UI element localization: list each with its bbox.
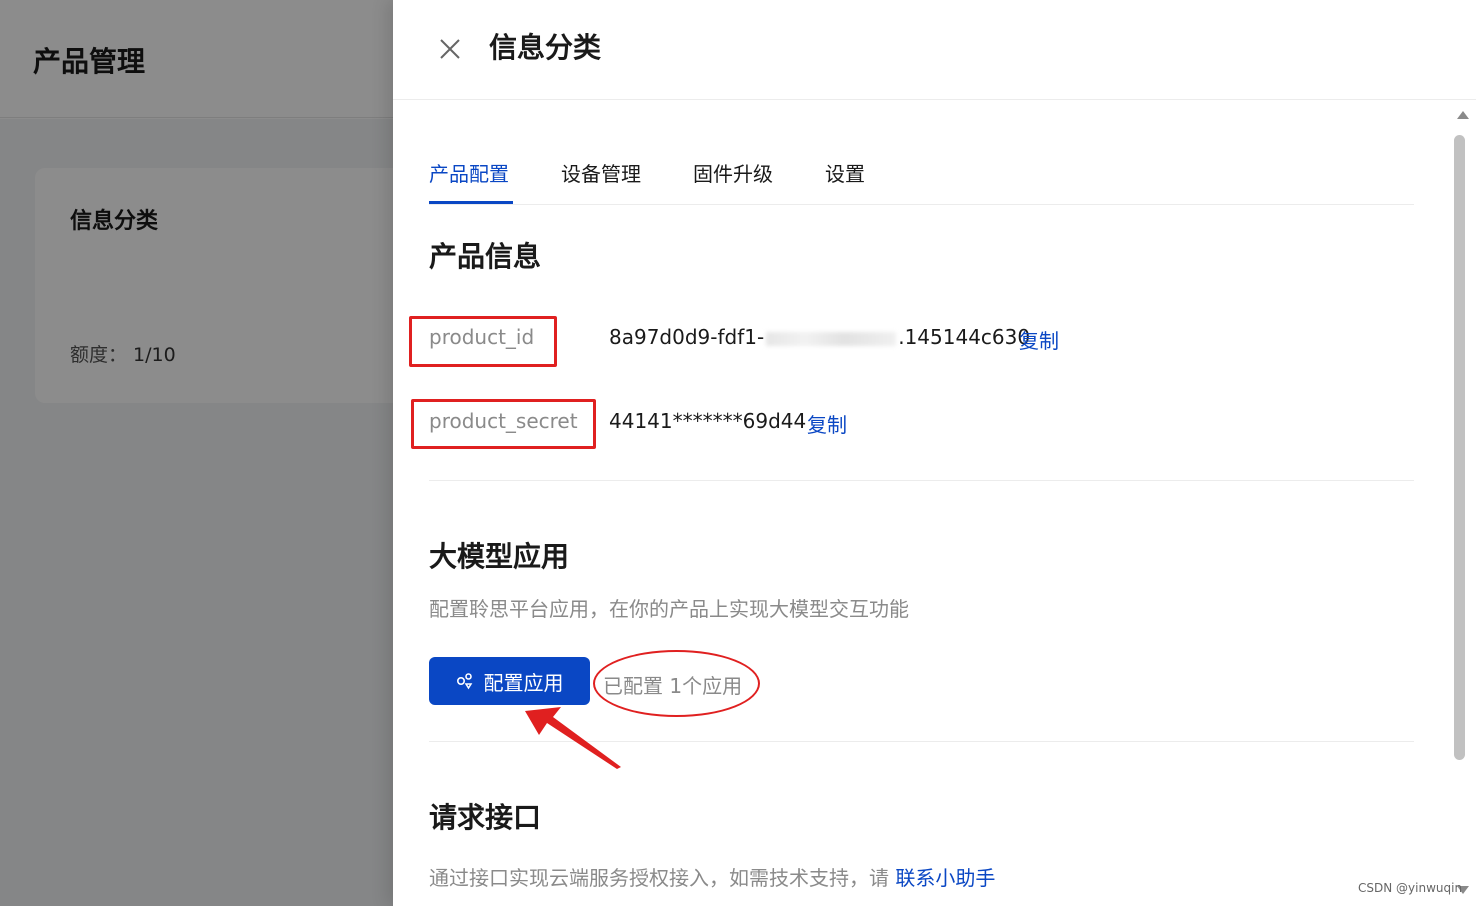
product-id-value: 8a97d0d9-fdf1- .145144c630 <box>609 325 1030 349</box>
request-api-description: 通过接口实现云端服务授权接入，如需技术支持，请 联系小助手 <box>429 862 995 891</box>
section-divider <box>429 480 1414 481</box>
product-id-value-end: .145144c630 <box>898 325 1031 349</box>
tab-device-management[interactable]: 设备管理 <box>561 158 641 187</box>
config-app-button[interactable]: 配置应用 <box>429 657 590 705</box>
product-info-title: 产品信息 <box>429 240 542 273</box>
redacted-blur <box>766 331 897 346</box>
product-id-value-start: 8a97d0d9-fdf1- <box>609 325 765 349</box>
request-api-title: 请求接口 <box>429 801 542 834</box>
llm-app-description: 配置聆思平台应用，在你的产品上实现大模型交互功能 <box>429 597 909 621</box>
scrollbar-thumb[interactable] <box>1454 135 1465 760</box>
drawer-title: 信息分类 <box>489 31 602 64</box>
annotation-box-product-id <box>409 316 557 367</box>
annotation-box-product-secret <box>411 399 596 449</box>
contact-assistant-link[interactable]: 联系小助手 <box>895 866 995 890</box>
close-button[interactable] <box>436 35 464 63</box>
request-api-description-text: 通过接口实现云端服务授权接入，如需技术支持，请 <box>429 866 889 890</box>
close-icon <box>440 39 460 59</box>
tab-settings[interactable]: 设置 <box>825 158 865 187</box>
detail-drawer: 信息分类 产品配置 设备管理 固件升级 设置 产品信息 product_id 8… <box>393 0 1476 906</box>
llm-app-title: 大模型应用 <box>429 540 570 573</box>
red-arrow-annotation-icon <box>525 707 621 769</box>
scroll-up-arrow-icon[interactable] <box>1457 111 1469 119</box>
copy-product-id-link[interactable]: 复制 <box>1019 325 1059 354</box>
apps-icon <box>456 673 472 690</box>
drawer-header: 信息分类 <box>393 0 1476 100</box>
tab-bar: 产品配置 设备管理 固件升级 设置 <box>429 140 1414 205</box>
product-secret-value: 44141*******69d44 <box>609 409 807 433</box>
tab-product-config[interactable]: 产品配置 <box>429 158 509 187</box>
tab-firmware-upgrade[interactable]: 固件升级 <box>693 158 773 187</box>
watermark: CSDN @yinwuqin <box>1358 881 1463 895</box>
copy-product-secret-link[interactable]: 复制 <box>807 409 847 438</box>
active-tab-indicator <box>429 201 513 204</box>
scrollbar[interactable] <box>1450 101 1476 906</box>
config-app-button-label: 配置应用 <box>483 670 564 695</box>
